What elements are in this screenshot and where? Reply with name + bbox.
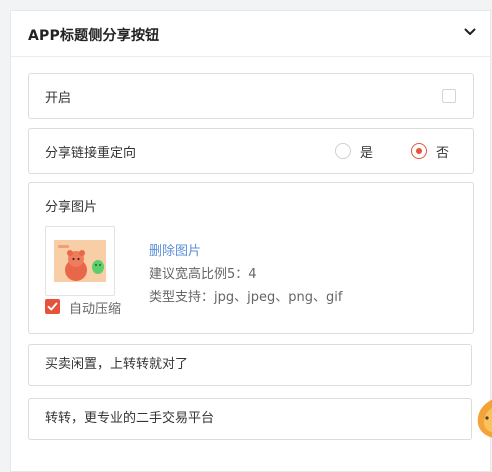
- share-settings-panel: APP标题侧分享按钮 开启 分享链接重定向 是 否 分享图片 删除图片 建议宽高…: [10, 10, 491, 472]
- share-desc-input[interactable]: 转转，更专业的二手交易平台: [28, 398, 472, 440]
- enable-label: 开启: [45, 91, 72, 106]
- enable-row: 开启: [28, 73, 474, 119]
- redirect-label: 分享链接重定向: [45, 146, 137, 161]
- share-image-section: 分享图片 删除图片 建议宽高比例5：4 类型支持：jpg、jpeg、png、gi…: [28, 182, 474, 334]
- redirect-option-yes-label[interactable]: 是: [360, 142, 373, 161]
- panel-title: APP标题侧分享按钮: [28, 28, 160, 44]
- auto-compress-label[interactable]: 自动压缩: [69, 298, 121, 317]
- chevron-down-icon[interactable]: [464, 27, 476, 37]
- ratio-hint: 建议宽高比例5：4: [149, 267, 257, 282]
- redirect-row: 分享链接重定向 是 否: [28, 128, 474, 174]
- share-title-input[interactable]: 买卖闲置，上转转就对了: [28, 344, 472, 386]
- share-image-thumbnail[interactable]: [45, 226, 115, 296]
- delete-image-link[interactable]: 删除图片: [149, 240, 201, 259]
- redirect-option-no-radio[interactable]: [411, 143, 427, 159]
- auto-compress-checkbox[interactable]: [45, 299, 60, 314]
- share-image-label: 分享图片: [45, 200, 98, 215]
- type-hint: 类型支持：jpg、jpeg、png、gif: [149, 290, 343, 305]
- panel-header[interactable]: APP标题侧分享按钮: [11, 11, 490, 57]
- enable-checkbox[interactable]: [442, 89, 456, 103]
- share-image-thumbnail-icon: [54, 240, 106, 282]
- check-icon: [47, 302, 58, 311]
- redirect-option-yes-radio[interactable]: [335, 143, 351, 159]
- floating-mascot-icon[interactable]: [472, 394, 492, 440]
- redirect-option-no-label[interactable]: 否: [436, 142, 449, 161]
